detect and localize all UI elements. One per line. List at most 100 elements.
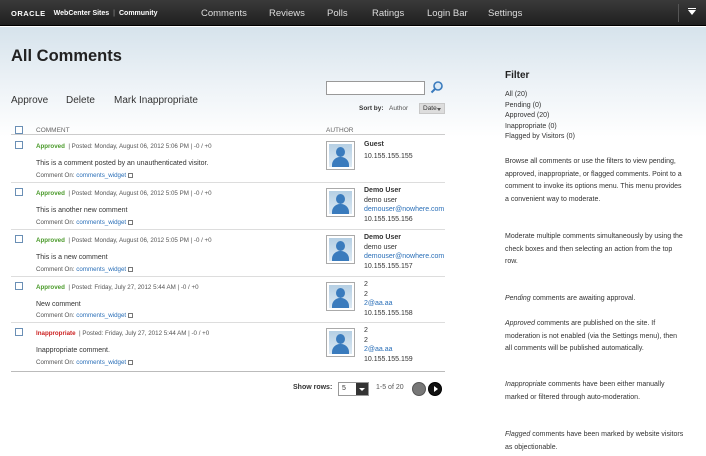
author-ip: 10.155.155.159 (364, 355, 413, 363)
approve-button[interactable]: Approve (11, 95, 48, 106)
comment-widget-link[interactable]: comments_widget (76, 219, 126, 226)
comment-widget-link[interactable]: comments_widget (76, 172, 126, 179)
author-name: Demo User (364, 187, 401, 194)
comment-meta: | Posted: Monday, August 06, 2012 5:05 P… (68, 237, 212, 244)
filter-all[interactable]: All (20) (505, 90, 575, 101)
filter-pending[interactable]: Pending (0) (505, 101, 575, 112)
comment-widget-link[interactable]: comments_widget (76, 359, 126, 366)
author-username: 2 (364, 336, 368, 344)
dropdown-menu-icon[interactable] (678, 4, 704, 22)
help-text-approved: Approved comments are published on the s… (505, 320, 677, 353)
external-link-icon[interactable] (128, 219, 134, 225)
external-link-icon[interactable] (128, 172, 134, 178)
author-ip: 10.155.155.158 (364, 309, 413, 317)
author-name: 2 (364, 281, 368, 288)
author-info: Guest 10.155.155.155 (364, 140, 413, 161)
select-all-checkbox[interactable] (15, 126, 23, 134)
product-name: WebCenter Sites (53, 10, 110, 17)
filter-approved[interactable]: Approved (20) (505, 111, 575, 122)
author-ip: 10.155.155.155 (364, 152, 413, 160)
avatar (326, 282, 355, 311)
comment-meta: | Posted: Monday, August 06, 2012 5:06 P… (68, 143, 212, 150)
section-name: Community (119, 10, 158, 17)
top-bar: ORACLE WebCenter Sites | Community Comme… (0, 0, 706, 26)
external-link-icon[interactable] (128, 359, 134, 365)
status-badge: Approved (36, 190, 65, 197)
status-badge: Approved (36, 237, 65, 244)
author-name: Guest (364, 141, 384, 148)
help-text-browse: Browse all comments or use the filters t… (505, 158, 682, 203)
help-text-inappropriate: Inappropriate comments have been either … (505, 381, 665, 401)
nav-comments[interactable]: Comments (201, 8, 247, 19)
oracle-logo: ORACLE (11, 9, 46, 18)
filter-inappropriate[interactable]: Inappropriate (0) (505, 122, 575, 133)
column-header-comment: COMMENT (36, 127, 70, 134)
status-badge: Inappropriate (36, 330, 76, 337)
search-input[interactable] (326, 81, 425, 95)
comment-widget-link[interactable]: comments_widget (76, 266, 126, 273)
comment-widget-link[interactable]: comments_widget (76, 312, 126, 319)
author-ip: 10.155.155.156 (364, 215, 413, 223)
sort-date-button[interactable]: Date (419, 103, 445, 114)
author-username: 2 (364, 290, 368, 298)
help-text-pending: Pending comments are awaiting approval. (505, 295, 636, 302)
author-info: Demo User demo user demouser@nowhere.com… (364, 186, 444, 224)
nav-settings[interactable]: Settings (488, 8, 522, 19)
external-link-icon[interactable] (128, 312, 134, 318)
author-email[interactable]: 2@aa.aa (364, 299, 413, 309)
comment-text: This is another new comment (36, 207, 128, 214)
avatar (326, 188, 355, 217)
page-title: All Comments (11, 47, 122, 65)
nav-polls[interactable]: Polls (327, 8, 348, 19)
author-name: Demo User (364, 234, 401, 241)
sort-author-button[interactable]: Author (389, 105, 408, 112)
author-email[interactable]: demouser@nowhere.com (364, 205, 444, 215)
author-name: 2 (364, 327, 368, 334)
row-checkbox[interactable] (15, 188, 23, 196)
comment-meta: | Posted: Monday, August 06, 2012 5:05 P… (68, 190, 212, 197)
comment-meta: | Posted: Friday, July 27, 2012 5:44 AM … (68, 284, 199, 291)
mark-inappropriate-button[interactable]: Mark Inappropriate (114, 95, 198, 106)
brand-logo: ORACLE WebCenter Sites | Community (11, 9, 158, 18)
filter-flagged[interactable]: Flagged by Visitors (0) (505, 132, 575, 143)
avatar (326, 328, 355, 357)
rows-per-page-select[interactable]: 5 (338, 382, 369, 396)
delete-button[interactable]: Delete (66, 95, 95, 106)
author-username: demo user (364, 196, 398, 204)
show-rows-label: Show rows: (293, 384, 333, 391)
help-text-moderate: Moderate multiple comments simultaneousl… (505, 233, 683, 266)
author-username: demo user (364, 243, 398, 251)
author-ip: 10.155.155.157 (364, 262, 413, 270)
author-email[interactable]: demouser@nowhere.com (364, 252, 444, 262)
nav-reviews[interactable]: Reviews (269, 8, 305, 19)
comment-text: This is a comment posted by an unauthent… (36, 160, 209, 167)
nav-login-bar[interactable]: Login Bar (427, 8, 468, 19)
search-icon[interactable] (430, 80, 444, 94)
author-info: 2 2 2@aa.aa 10.155.155.158 (364, 280, 413, 318)
column-header-author: AUTHOR (326, 127, 354, 134)
row-checkbox[interactable] (15, 282, 23, 290)
author-info: Demo User demo user demouser@nowhere.com… (364, 233, 444, 271)
next-page-button[interactable] (428, 382, 442, 396)
author-email[interactable]: 2@aa.aa (364, 345, 413, 355)
filter-list: All (20) Pending (0) Approved (20) Inapp… (505, 90, 575, 143)
row-checkbox[interactable] (15, 328, 23, 336)
previous-page-button[interactable] (412, 382, 426, 396)
row-checkbox[interactable] (15, 235, 23, 243)
help-text-flagged: Flagged comments have been marked by web… (505, 431, 684, 451)
author-info: 2 2 2@aa.aa 10.155.155.159 (364, 326, 413, 364)
chevron-down-icon (356, 383, 368, 395)
comment-meta: | Posted: Friday, July 27, 2012 5:44 AM … (79, 330, 210, 337)
page-range: 1-5 of 20 (376, 384, 404, 391)
comment-text: Inappropriate comment. (36, 347, 110, 354)
avatar (326, 141, 355, 170)
avatar (326, 235, 355, 264)
sort-by-label: Sort by: (359, 105, 384, 112)
nav-ratings[interactable]: Ratings (372, 8, 404, 19)
filter-title: Filter (505, 70, 530, 81)
row-checkbox[interactable] (15, 141, 23, 149)
table-header (11, 123, 445, 135)
external-link-icon[interactable] (128, 266, 134, 272)
comment-text: New comment (36, 301, 81, 308)
status-badge: Approved (36, 143, 65, 150)
